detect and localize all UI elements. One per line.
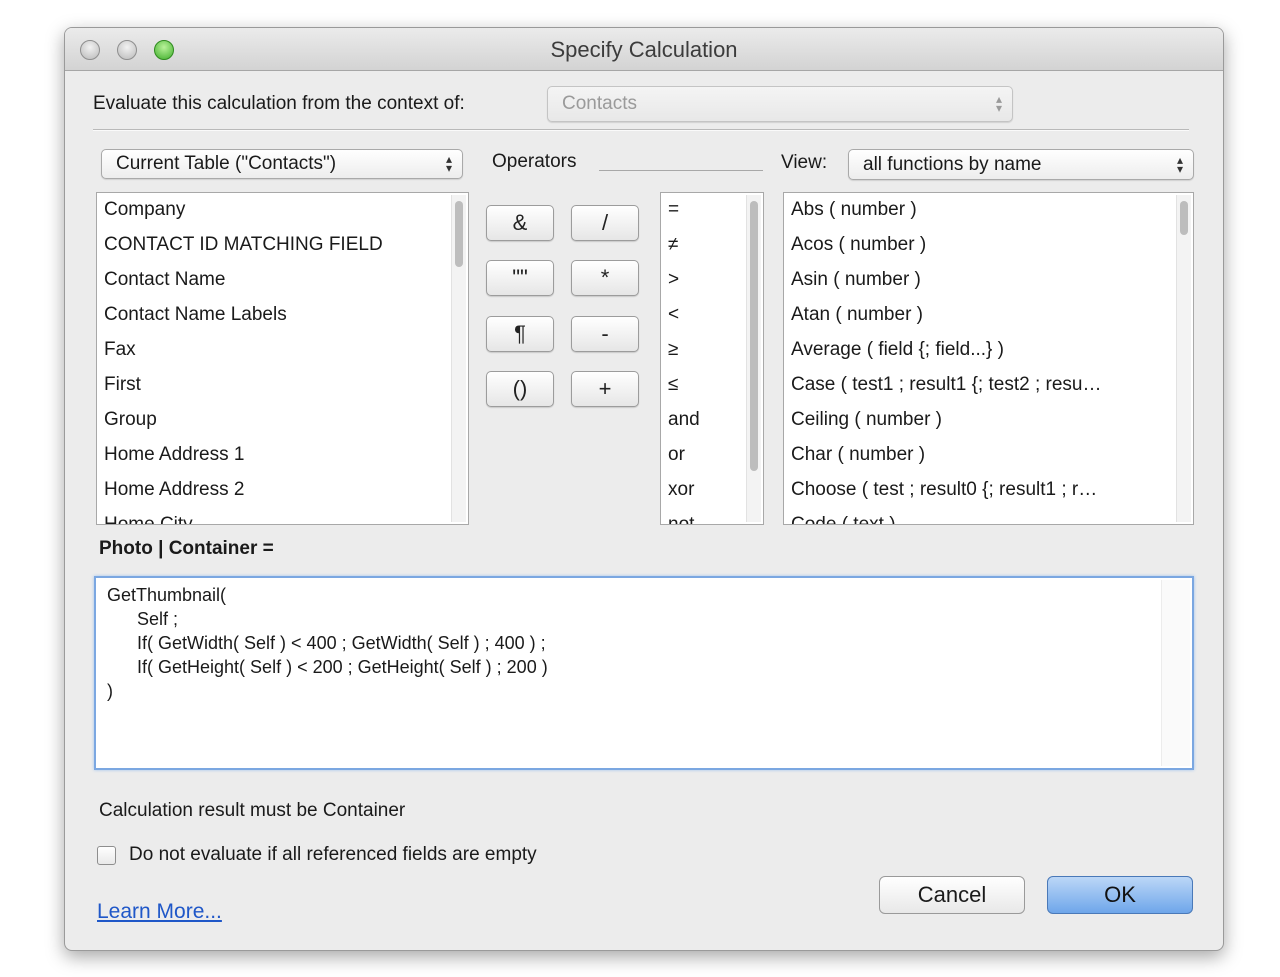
popup-arrows-icon: ▴ ▾ <box>445 152 452 175</box>
list-item[interactable]: Contact Name <box>104 269 225 291</box>
list-item[interactable]: < <box>668 304 679 326</box>
list-item[interactable]: or <box>668 444 685 466</box>
context-popup-value: Contacts <box>562 93 637 114</box>
do-not-evaluate-checkbox[interactable] <box>97 846 116 865</box>
list-item[interactable]: Atan ( number ) <box>791 304 923 326</box>
fields-list[interactable]: Company CONTACT ID MATCHING FIELD Contac… <box>96 192 469 525</box>
view-popup-value: all functions by name <box>863 153 1042 175</box>
title-bar: Specify Calculation <box>65 28 1223 71</box>
list-item[interactable]: ≤ <box>668 374 678 396</box>
table-popup[interactable]: Current Table ("Contacts") ▴ ▾ <box>101 149 463 179</box>
formula-field-label: Photo | Container = <box>99 538 274 559</box>
list-item[interactable]: Case ( test1 ; result1 {; test2 ; resu… <box>791 374 1101 396</box>
operator-button[interactable]: & <box>486 205 554 241</box>
list-item[interactable]: Char ( number ) <box>791 444 925 466</box>
operators-list[interactable]: = ≠ > < ≥ ≤ and or xor not <box>660 192 764 525</box>
functions-list[interactable]: Abs ( number ) Acos ( number ) Asin ( nu… <box>783 192 1194 525</box>
list-item[interactable]: ≠ <box>668 234 678 256</box>
list-item[interactable]: Asin ( number ) <box>791 269 921 291</box>
operator-button[interactable]: * <box>571 260 639 296</box>
list-item[interactable]: Ceiling ( number ) <box>791 409 942 431</box>
context-popup[interactable]: Contacts ▴ ▾ <box>547 86 1013 122</box>
list-item[interactable]: Abs ( number ) <box>791 199 917 221</box>
list-item[interactable]: Home City <box>104 514 193 524</box>
fields-scroll-thumb[interactable] <box>455 201 463 267</box>
view-popup[interactable]: all functions by name ▴ ▾ <box>848 149 1194 180</box>
list-item[interactable]: Acos ( number ) <box>791 234 926 256</box>
operator-button[interactable]: + <box>571 371 639 407</box>
cancel-button[interactable]: Cancel <box>879 876 1025 914</box>
list-item[interactable]: = <box>668 199 679 221</box>
functions-scrollbar[interactable] <box>1176 195 1191 522</box>
operator-button[interactable]: ¶ <box>486 316 554 352</box>
popup-arrows-icon: ▴ ▾ <box>995 92 1002 115</box>
list-item[interactable]: First <box>104 374 141 396</box>
list-item[interactable]: Fax <box>104 339 136 361</box>
list-item[interactable]: Choose ( test ; result0 {; result1 ; r… <box>791 479 1097 501</box>
list-item[interactable]: xor <box>668 479 694 501</box>
formula-text[interactable]: GetThumbnail( Self ; If( GetWidth( Self … <box>107 583 548 703</box>
fields-scrollbar[interactable] <box>451 195 466 522</box>
table-popup-value: Current Table ("Contacts") <box>116 153 337 174</box>
window-title: Specify Calculation <box>550 37 738 62</box>
list-item[interactable]: and <box>668 409 700 431</box>
list-item[interactable]: Company <box>104 199 185 221</box>
operator-button[interactable]: - <box>571 316 639 352</box>
view-label: View: <box>781 152 828 173</box>
learn-more-link[interactable]: Learn More... <box>97 900 222 924</box>
do-not-evaluate-label[interactable]: Do not evaluate if all referenced fields… <box>129 844 537 866</box>
list-item[interactable]: Home Address 1 <box>104 444 244 466</box>
functions-scroll-thumb[interactable] <box>1180 201 1188 235</box>
formula-editor[interactable]: GetThumbnail( Self ; If( GetWidth( Self … <box>94 576 1194 770</box>
list-item[interactable]: Average ( field {; field...} ) <box>791 339 1004 361</box>
result-type-text: Calculation result must be Container <box>99 800 406 821</box>
list-item[interactable]: ≥ <box>668 339 678 361</box>
list-item[interactable]: Code ( text ) <box>791 514 896 524</box>
popup-arrows-icon: ▴ ▾ <box>1176 152 1183 176</box>
list-item[interactable]: > <box>668 269 679 291</box>
separator <box>93 129 1189 131</box>
list-item[interactable]: not <box>668 514 694 524</box>
list-item[interactable]: Home Address 2 <box>104 479 244 501</box>
operators-divider <box>599 170 763 171</box>
operator-button[interactable]: / <box>571 205 639 241</box>
list-item[interactable]: Group <box>104 409 157 431</box>
ok-button[interactable]: OK <box>1047 876 1193 914</box>
specify-calculation-dialog: Specify Calculation Evaluate this calcul… <box>64 27 1224 951</box>
operators-scroll-thumb[interactable] <box>750 201 758 471</box>
formula-scrollbar[interactable] <box>1161 580 1190 766</box>
operators-scrollbar[interactable] <box>746 195 761 522</box>
operator-button[interactable]: () <box>486 371 554 407</box>
context-label: Evaluate this calculation from the conte… <box>93 93 465 114</box>
list-item[interactable]: CONTACT ID MATCHING FIELD <box>104 234 383 256</box>
list-item[interactable]: Contact Name Labels <box>104 304 287 326</box>
operators-label: Operators <box>492 151 577 172</box>
operator-button[interactable]: "" <box>486 260 554 296</box>
